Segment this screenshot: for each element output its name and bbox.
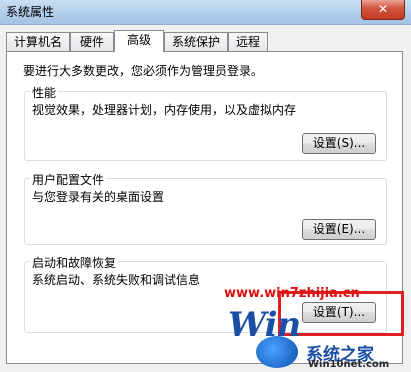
window-title: 系统属性: [6, 5, 55, 19]
user-profiles-settings-button[interactable]: 设置(E)...: [302, 219, 376, 240]
title-bar: 系统属性 ✕: [0, 0, 411, 25]
performance-title: 性能: [30, 84, 59, 101]
tab-computer-name[interactable]: 计算机名: [6, 32, 70, 51]
brand-logo-icon: [256, 336, 298, 368]
user-profiles-title: 用户配置文件: [30, 171, 107, 188]
tab-remote[interactable]: 远程: [228, 32, 268, 51]
close-button[interactable]: ✕: [361, 0, 405, 20]
user-profiles-desc: 与您登录有关的桌面设置: [32, 190, 165, 204]
admin-notice: 要进行大多数更改，您必须作为管理员登录。: [23, 64, 264, 78]
startup-recovery-title: 启动和故障恢复: [30, 254, 119, 271]
watermark-url: www.win7zhijia.cn: [224, 286, 360, 301]
tab-advanced[interactable]: 高级: [114, 30, 164, 52]
watermark-brand-sub: Win10net.com: [308, 359, 390, 370]
tab-hardware[interactable]: 硬件: [70, 32, 114, 51]
performance-group: 性能 视觉效果，处理器计划，内存使用，以及虚拟内存 设置(S)...: [24, 84, 387, 161]
tab-system-protection[interactable]: 系统保护: [164, 32, 228, 51]
startup-recovery-desc: 系统启动、系统失败和调试信息: [32, 273, 201, 287]
performance-desc: 视觉效果，处理器计划，内存使用，以及虚拟内存: [32, 103, 297, 117]
close-icon: ✕: [377, 2, 389, 16]
performance-settings-button[interactable]: 设置(S)...: [302, 133, 376, 154]
user-profiles-group: 用户配置文件 与您登录有关的桌面设置 设置(E)...: [24, 171, 387, 245]
